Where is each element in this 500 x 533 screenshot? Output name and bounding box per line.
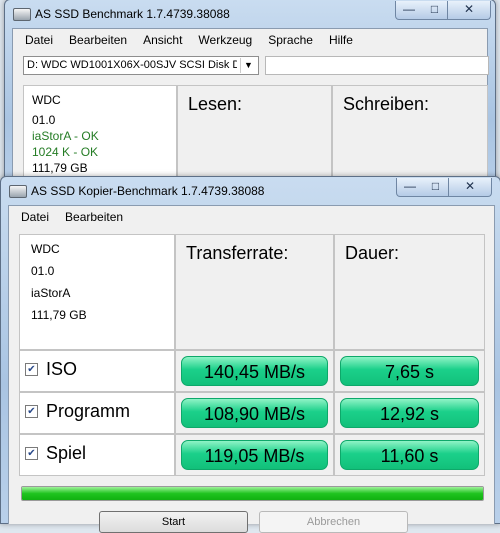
drive-firmware: 01.0 [32, 113, 56, 127]
row-spiel-label-cell: ✔ Spiel [19, 434, 175, 476]
menu-datei[interactable]: Datei [17, 33, 61, 47]
progress-bar [21, 486, 484, 501]
copy-client: Datei Bearbeiten WDC 01.0 iaStorA 111,79… [8, 205, 495, 533]
progress-bar-fill [22, 487, 483, 500]
minimize-icon[interactable]: — [396, 178, 424, 197]
maximize-icon[interactable]: □ [423, 178, 449, 197]
result-programm-duration: 12,92 s [340, 398, 479, 428]
menu-bearbeiten[interactable]: Bearbeiten [61, 33, 135, 47]
close-icon[interactable]: ✕ [448, 1, 491, 20]
drive-icon [9, 185, 27, 198]
menu-ansicht[interactable]: Ansicht [135, 33, 190, 47]
row-iso-duration-cell: 7,65 s [334, 350, 485, 392]
chevron-down-icon: ▼ [240, 58, 256, 73]
checkbox-spiel[interactable]: ✔ [25, 447, 38, 460]
programm-checkbox-row[interactable]: ✔ Programm [25, 401, 130, 422]
write-label: Schreiben: [343, 94, 430, 114]
drive-driver: iaStorA [31, 286, 71, 300]
drive-firmware: 01.0 [31, 264, 55, 278]
drive-model: WDC [32, 93, 61, 107]
row-label-programm: Programm [46, 401, 131, 421]
main-titlebar[interactable]: AS SSD Benchmark 1.7.4739.38088 — □ ✕ [5, 0, 495, 28]
main-menubar: Datei Bearbeiten Ansicht Werkzeug Sprach… [17, 29, 487, 51]
row-iso-label-cell: ✔ ISO [19, 350, 175, 392]
checkbox-iso[interactable]: ✔ [25, 363, 38, 376]
drive-icon [13, 8, 31, 21]
iso-checkbox-row[interactable]: ✔ ISO [25, 359, 77, 380]
copy-titlebar[interactable]: AS SSD Kopier-Benchmark 1.7.4739.38088 —… [1, 177, 500, 205]
row-programm-duration-cell: 12,92 s [334, 392, 485, 434]
copy-window-title: AS SSD Kopier-Benchmark 1.7.4739.38088 [31, 184, 265, 198]
result-spiel-rate: 119,05 MB/s [181, 440, 328, 470]
row-spiel-rate-cell: 119,05 MB/s [175, 434, 334, 476]
abort-button[interactable]: Abbrechen [259, 511, 408, 533]
row-label-spiel: Spiel [46, 443, 87, 463]
transfer-rate-column-header: Transferrate: [175, 234, 334, 350]
result-iso-rate: 140,45 MB/s [181, 356, 328, 386]
drive-size: 111,79 GB [32, 161, 88, 175]
drive-driver: iaStorA - OK [32, 129, 99, 143]
result-spiel-duration: 11,60 s [340, 440, 479, 470]
copy-drive-info-panel: WDC 01.0 iaStorA 111,79 GB [19, 234, 175, 350]
duration-column-header: Dauer: [334, 234, 485, 350]
checkbox-programm[interactable]: ✔ [25, 405, 38, 418]
copy-menubar: Datei Bearbeiten [13, 206, 494, 228]
drive-size: 111,79 GB [31, 308, 87, 322]
menu-sprache[interactable]: Sprache [260, 33, 321, 47]
drive-filter-input[interactable] [265, 56, 489, 75]
main-window-title: AS SSD Benchmark 1.7.4739.38088 [35, 7, 230, 21]
menu-datei[interactable]: Datei [13, 210, 57, 224]
minimize-icon[interactable]: — [395, 1, 423, 20]
copy-benchmark-window: AS SSD Kopier-Benchmark 1.7.4739.38088 —… [0, 176, 500, 533]
read-label: Lesen: [188, 94, 243, 114]
menu-werkzeug[interactable]: Werkzeug [190, 33, 260, 47]
drive-select-value: D: WDC WD1001X06X-00SJV SCSI Disk Dev [27, 59, 237, 71]
menu-hilfe[interactable]: Hilfe [321, 33, 361, 47]
menu-bearbeiten[interactable]: Bearbeiten [57, 210, 131, 224]
spiel-checkbox-row[interactable]: ✔ Spiel [25, 443, 86, 464]
row-programm-rate-cell: 108,90 MB/s [175, 392, 334, 434]
transfer-rate-label: Transferrate: [186, 243, 289, 263]
maximize-icon[interactable]: □ [422, 1, 448, 20]
result-iso-duration: 7,65 s [340, 356, 479, 386]
main-window: AS SSD Benchmark 1.7.4739.38088 — □ ✕ Da… [4, 0, 496, 203]
start-button[interactable]: Start [99, 511, 248, 533]
duration-label: Dauer: [345, 243, 400, 263]
result-programm-rate: 108,90 MB/s [181, 398, 328, 428]
drive-model: WDC [31, 242, 60, 256]
drive-alignment: 1024 K - OK [32, 145, 99, 159]
row-programm-label-cell: ✔ Programm [19, 392, 175, 434]
drive-select[interactable]: D: WDC WD1001X06X-00SJV SCSI Disk Dev ▼ [23, 56, 259, 75]
row-label-iso: ISO [46, 359, 78, 379]
row-spiel-duration-cell: 11,60 s [334, 434, 485, 476]
close-icon[interactable]: ✕ [449, 178, 492, 197]
row-iso-rate-cell: 140,45 MB/s [175, 350, 334, 392]
